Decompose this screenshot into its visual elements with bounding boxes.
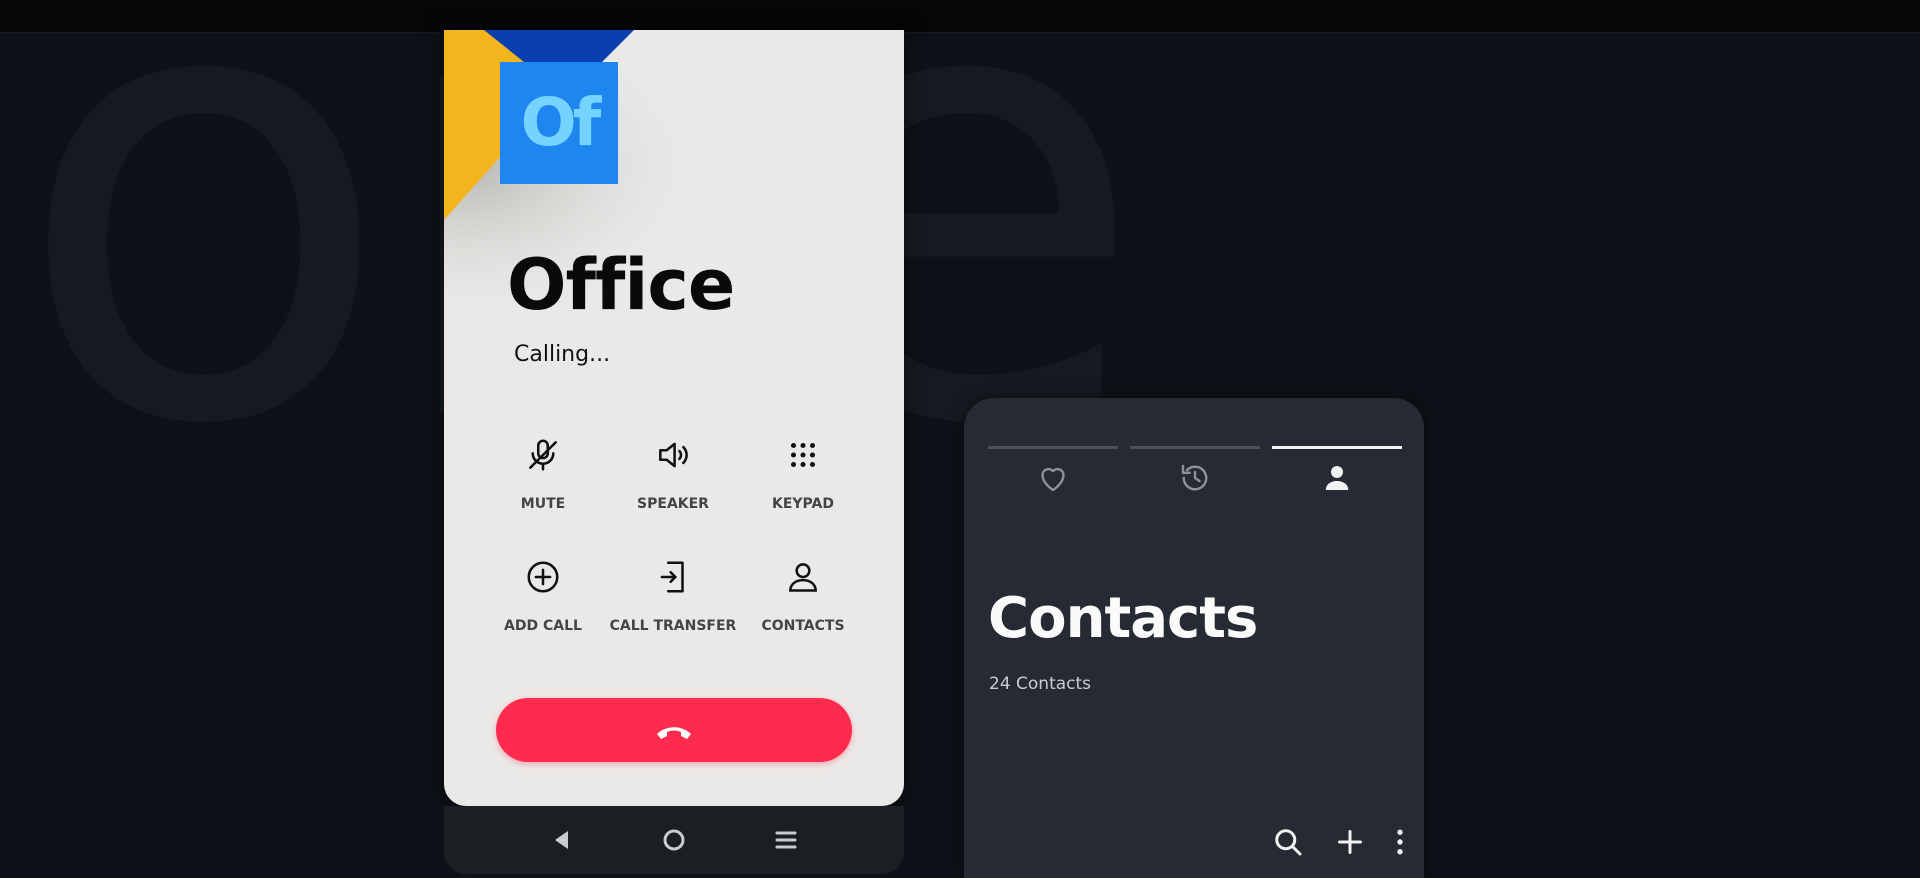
call-transfer-icon (654, 558, 692, 596)
tab-favorites[interactable] (988, 446, 1118, 506)
call-screen: Of Office Calling... MUTE SPEAKER KEYPAD… (444, 30, 904, 806)
keypad-icon (784, 436, 822, 474)
add-call-icon (524, 558, 562, 596)
add-icon[interactable] (1332, 824, 1368, 860)
navigation-bar (444, 806, 904, 874)
speaker-label: SPEAKER (637, 496, 709, 512)
keypad-label: KEYPAD (772, 496, 834, 512)
end-call-button[interactable] (496, 698, 852, 762)
tab-indicator (1272, 446, 1402, 449)
home-icon[interactable] (658, 824, 690, 856)
heart-icon (1035, 460, 1071, 496)
avatar-tile: Of (500, 62, 618, 184)
search-icon[interactable] (1270, 824, 1306, 860)
call-transfer-button[interactable]: CALL TRANSFER (598, 558, 748, 658)
history-icon (1177, 460, 1213, 496)
tab-recents[interactable] (1130, 446, 1260, 506)
tab-indicator (988, 446, 1118, 449)
add-call-label: ADD CALL (504, 618, 582, 634)
recents-icon[interactable] (770, 824, 802, 856)
speaker-button[interactable]: SPEAKER (598, 436, 748, 536)
speaker-icon (654, 436, 692, 474)
caller-name: Office (507, 244, 735, 326)
tab-contacts[interactable] (1272, 446, 1402, 506)
add-call-button[interactable]: ADD CALL (468, 558, 618, 658)
mic-off-icon (524, 436, 562, 474)
mute-label: MUTE (520, 496, 566, 512)
contacts-icon (784, 558, 822, 596)
contacts-count: 24 Contacts (989, 674, 1092, 694)
back-icon[interactable] (546, 824, 578, 856)
phone-hangup-icon (657, 727, 691, 739)
mute-button[interactable]: MUTE (468, 436, 618, 536)
more-vert-icon[interactable] (1382, 824, 1418, 860)
call-status: Calling... (514, 342, 611, 367)
person-icon (1319, 460, 1355, 496)
contacts-button[interactable]: CONTACTS (728, 558, 878, 658)
tab-indicator (1130, 446, 1260, 449)
call-transfer-label: CALL TRANSFER (609, 618, 737, 634)
contacts-title: Contacts (988, 586, 1258, 651)
contacts-screen: Contacts 24 Contacts (964, 398, 1424, 878)
contacts-label: CONTACTS (761, 618, 845, 634)
keypad-button[interactable]: KEYPAD (728, 436, 878, 536)
